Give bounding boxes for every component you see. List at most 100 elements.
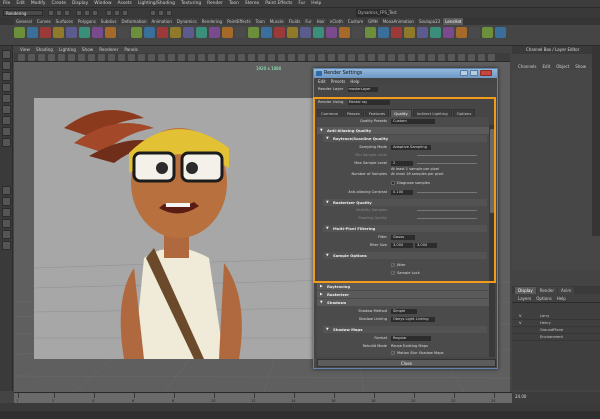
viewport-tool-icon[interactable] — [28, 54, 35, 61]
layer-menu-layers[interactable]: Layers — [518, 296, 531, 301]
layer-row[interactable]: GroundPlane — [512, 327, 600, 334]
shelf-tab[interactable]: PaintEffects — [225, 18, 253, 25]
outliner-layout-icon[interactable] — [2, 241, 11, 250]
viewport-tool-icon[interactable] — [208, 54, 215, 61]
shelf-tool-icon[interactable] — [183, 27, 194, 38]
layer-visibility[interactable]: V — [519, 320, 521, 327]
shelf-tab[interactable]: Toon — [253, 18, 267, 25]
shelf-tool-icon[interactable] — [131, 27, 142, 38]
tab-display[interactable]: Display — [515, 287, 536, 294]
paint-select-icon[interactable] — [2, 72, 11, 81]
viewport-tool-icon[interactable] — [118, 54, 125, 61]
layer-row[interactable]: V Henry — [512, 320, 600, 327]
shelf-tool-icon[interactable] — [352, 27, 363, 38]
channel-menu-show[interactable]: Show — [575, 64, 586, 69]
shelf-tab[interactable]: Subdivs — [98, 18, 119, 25]
shelf-tool-icon[interactable] — [40, 27, 51, 38]
menu-lighting-shading[interactable]: Lighting/Shading — [138, 1, 175, 6]
menu-modify[interactable]: Modify — [31, 1, 46, 6]
menu-edit[interactable]: Edit — [16, 1, 25, 6]
viewport-tool-icon[interactable] — [348, 54, 355, 61]
viewport-tool-icon[interactable] — [478, 54, 485, 61]
shelf-tool-icon[interactable] — [417, 27, 428, 38]
move-tool-icon[interactable] — [2, 83, 11, 92]
viewport-menu-lighting[interactable]: Lighting — [59, 47, 76, 52]
menu-toon[interactable]: Toon — [229, 1, 239, 6]
shelf-tool-icon[interactable] — [209, 27, 220, 38]
new-scene-icon[interactable] — [48, 10, 54, 16]
shelf-tab[interactable]: Custom — [345, 18, 366, 25]
shelf-tool-icon[interactable] — [404, 27, 415, 38]
snap-curve-icon[interactable] — [114, 10, 120, 16]
viewport-tool-icon[interactable] — [288, 54, 295, 61]
viewport-tool-icon[interactable] — [458, 54, 465, 61]
shelf-tool-icon[interactable] — [157, 27, 168, 38]
menu-render[interactable]: Render — [207, 1, 223, 6]
single-view-layout-icon[interactable] — [2, 186, 11, 195]
shelf-tool-icon[interactable] — [27, 27, 38, 38]
viewport-tool-icon[interactable] — [268, 54, 275, 61]
shelf-tool-icon[interactable] — [14, 27, 25, 38]
current-frame[interactable]: 24.00 — [515, 394, 526, 399]
shelf-tool-icon[interactable] — [339, 27, 350, 38]
playback-controls[interactable]: 24.00 — [512, 392, 600, 403]
viewport-tool-icon[interactable] — [58, 54, 65, 61]
shelf-tab[interactable]: Hair — [314, 18, 327, 25]
shelf-tab[interactable]: Deformation — [119, 18, 149, 25]
shelf-tool-icon[interactable] — [378, 27, 389, 38]
viewport-tool-icon[interactable] — [258, 54, 265, 61]
layer-menu-options[interactable]: Options — [536, 296, 551, 301]
rs-menu-edit[interactable]: Edit — [318, 79, 326, 84]
format-dropdown[interactable]: Regular — [391, 336, 431, 341]
viewport-tool-icon[interactable] — [418, 54, 425, 61]
shelf-tab[interactable]: MonaAnimation — [380, 18, 416, 25]
shelf-tab[interactable]: Soulupa23 — [416, 18, 443, 25]
viewport-tool-icon[interactable] — [218, 54, 225, 61]
shadow-linking-dropdown[interactable]: Obeys Light Linking — [391, 317, 435, 322]
layer-row[interactable]: V Larry — [512, 313, 600, 320]
channel-menu-channels[interactable]: Channels — [518, 64, 537, 69]
time-slider[interactable]: 1 2 4 6 8 10 12 14 16 18 20 22 24 — [14, 392, 512, 403]
soft-mod-icon[interactable] — [2, 127, 11, 136]
viewport-tool-icon[interactable] — [18, 54, 25, 61]
select-object-icon[interactable] — [84, 10, 90, 16]
scale-tool-icon[interactable] — [2, 105, 11, 114]
viewport-tool-icon[interactable] — [138, 54, 145, 61]
shelf-tool-icon[interactable] — [274, 27, 285, 38]
menu-assets[interactable]: Assets — [118, 1, 132, 6]
shelf-tool-icon[interactable] — [326, 27, 337, 38]
viewport-tool-icon[interactable] — [188, 54, 195, 61]
viewport-tool-icon[interactable] — [388, 54, 395, 61]
viewport-tool-icon[interactable] — [488, 54, 495, 61]
viewport-tool-icon[interactable] — [88, 54, 95, 61]
menu-paint-effects[interactable]: Paint Effects — [265, 1, 292, 6]
viewport-tool-icon[interactable] — [238, 54, 245, 61]
rotate-tool-icon[interactable] — [2, 94, 11, 103]
viewport-tool-icon[interactable] — [308, 54, 315, 61]
viewport-tool-icon[interactable] — [98, 54, 105, 61]
hypershade-layout-icon[interactable] — [2, 230, 11, 239]
persp-outliner-layout-icon[interactable] — [2, 208, 11, 217]
select-hierarchy-icon[interactable] — [76, 10, 82, 16]
viewport-tool-icon[interactable] — [398, 54, 405, 61]
layer-row[interactable]: Environment — [512, 334, 600, 341]
viewport-menu-shading[interactable]: Shading — [36, 47, 53, 52]
render-settings-titlebar[interactable]: Render Settings — [314, 69, 497, 78]
menu-display[interactable]: Display — [72, 1, 88, 6]
manipulator-icon[interactable] — [2, 116, 11, 125]
range-slider[interactable] — [0, 403, 600, 411]
shelf-tab[interactable]: GMH — [366, 18, 380, 25]
menu-window[interactable]: Window — [94, 1, 111, 6]
shelf-tab[interactable]: Fur — [303, 18, 314, 25]
shelf-tool-icon[interactable] — [469, 27, 480, 38]
persp-graph-layout-icon[interactable] — [2, 219, 11, 228]
viewport-tool-icon[interactable] — [148, 54, 155, 61]
viewport-menu-panels[interactable]: Panels — [124, 47, 137, 52]
menu-stereo[interactable]: Stereo — [245, 1, 259, 6]
viewport-menu-renderer[interactable]: Renderer — [99, 47, 118, 52]
viewport-tool-icon[interactable] — [108, 54, 115, 61]
shelf-tool-icon[interactable] — [79, 27, 90, 38]
shelf-tool-icon[interactable] — [105, 27, 116, 38]
four-view-layout-icon[interactable] — [2, 197, 11, 206]
snap-point-icon[interactable] — [122, 10, 128, 16]
